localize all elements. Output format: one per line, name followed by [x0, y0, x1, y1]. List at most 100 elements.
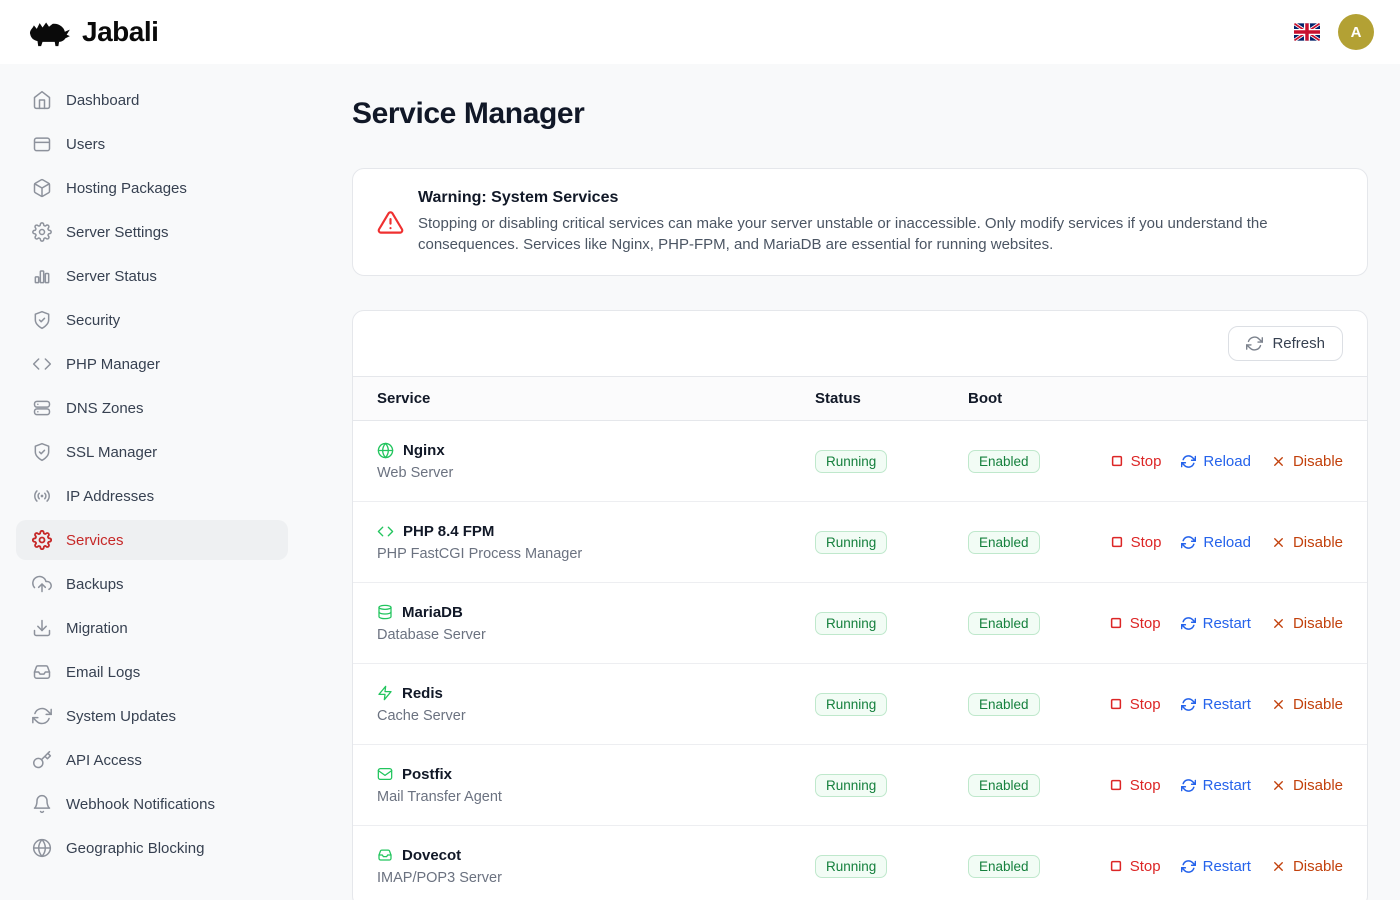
drawer-icon: [32, 134, 52, 154]
stop-square-icon: [1109, 859, 1123, 873]
top-bar: Jabali A: [0, 0, 1400, 64]
service-name: Redis: [402, 685, 443, 702]
sidebar-item-server-status[interactable]: Server Status: [16, 256, 288, 296]
sidebar-item-label: Backups: [66, 576, 124, 593]
sidebar-item-ssl-manager[interactable]: SSL Manager: [16, 432, 288, 472]
disable-button[interactable]: Disable: [1271, 453, 1343, 470]
sidebar-item-label: Webhook Notifications: [66, 796, 215, 813]
sidebar-item-geographic-blocking[interactable]: Geographic Blocking: [16, 828, 288, 868]
table-toolbar: Refresh: [353, 311, 1367, 376]
sidebar-item-label: PHP Manager: [66, 356, 160, 373]
x-icon: [1271, 778, 1286, 793]
stop-button[interactable]: Stop: [1110, 534, 1162, 551]
sidebar-item-dns-zones[interactable]: DNS Zones: [16, 388, 288, 428]
refresh-icon: [1181, 778, 1196, 793]
service-description: Cache Server: [377, 708, 815, 724]
status-badge: Running: [815, 693, 887, 716]
sidebar-item-webhook-notifications[interactable]: Webhook Notifications: [16, 784, 288, 824]
service-name: Nginx: [403, 442, 445, 459]
download-icon: [32, 618, 52, 638]
sidebar-item-migration[interactable]: Migration: [16, 608, 288, 648]
sidebar-item-server-settings[interactable]: Server Settings: [16, 212, 288, 252]
server-stack-icon: [32, 398, 52, 418]
service-name: PHP 8.4 FPM: [403, 523, 494, 540]
sidebar-item-email-logs[interactable]: Email Logs: [16, 652, 288, 692]
avatar[interactable]: A: [1338, 14, 1374, 50]
gear-icon: [32, 530, 52, 550]
sidebar-item-label: Geographic Blocking: [66, 840, 204, 857]
sidebar-item-label: Migration: [66, 620, 128, 637]
refresh-icon: [1181, 535, 1196, 550]
sidebar-item-label: API Access: [66, 752, 142, 769]
table-row-redis: Redis Cache Server Running Enabled Stop …: [353, 664, 1367, 745]
disable-button[interactable]: Disable: [1271, 615, 1343, 632]
service-description: Database Server: [377, 627, 815, 643]
warning-body: Stopping or disabling critical services …: [418, 213, 1338, 255]
sidebar-item-users[interactable]: Users: [16, 124, 288, 164]
table-header-row: Service Status Boot: [353, 376, 1367, 421]
code-icon: [32, 354, 52, 374]
sidebar-item-dashboard[interactable]: Dashboard: [16, 80, 288, 120]
refresh-button[interactable]: Refresh: [1228, 326, 1343, 361]
sidebar-item-system-updates[interactable]: System Updates: [16, 696, 288, 736]
status-badge: Running: [815, 531, 887, 554]
cloud-upload-icon: [32, 574, 52, 594]
reload-button[interactable]: Reload: [1181, 534, 1251, 551]
sidebar-item-label: SSL Manager: [66, 444, 157, 461]
disable-button[interactable]: Disable: [1271, 777, 1343, 794]
globe-icon: [32, 838, 52, 858]
sidebar-item-security[interactable]: Security: [16, 300, 288, 340]
sidebar-item-backups[interactable]: Backups: [16, 564, 288, 604]
refresh-icon: [1181, 616, 1196, 631]
stop-button[interactable]: Stop: [1109, 696, 1161, 713]
sidebar-item-label: Hosting Packages: [66, 180, 187, 197]
warning-card: Warning: System Services Stopping or dis…: [352, 168, 1368, 276]
stop-button[interactable]: Stop: [1109, 858, 1161, 875]
shield-check-icon: [32, 310, 52, 330]
bar-chart-icon: [32, 266, 52, 286]
gear-icon: [32, 222, 52, 242]
uk-flag-icon[interactable]: [1294, 23, 1320, 41]
stop-square-icon: [1109, 697, 1123, 711]
sidebar-item-api-access[interactable]: API Access: [16, 740, 288, 780]
zap-icon: [377, 685, 393, 701]
service-name: MariaDB: [402, 604, 463, 621]
sidebar: Dashboard Users Hosting Packages Server …: [0, 64, 304, 900]
sidebar-item-label: Users: [66, 136, 105, 153]
stop-button[interactable]: Stop: [1109, 615, 1161, 632]
inbox-icon: [377, 847, 393, 863]
refresh-icon: [1246, 335, 1263, 352]
reload-button[interactable]: Reload: [1181, 453, 1251, 470]
stop-button[interactable]: Stop: [1109, 777, 1161, 794]
restart-button[interactable]: Restart: [1181, 777, 1251, 794]
sidebar-item-label: IP Addresses: [66, 488, 154, 505]
stop-square-icon: [1110, 535, 1124, 549]
sidebar-item-hosting-packages[interactable]: Hosting Packages: [16, 168, 288, 208]
refresh-icon: [1181, 454, 1196, 469]
x-icon: [1271, 535, 1286, 550]
x-icon: [1271, 859, 1286, 874]
restart-button[interactable]: Restart: [1181, 615, 1251, 632]
page-title: Service Manager: [352, 97, 1368, 131]
boot-badge: Enabled: [968, 612, 1040, 635]
disable-button[interactable]: Disable: [1271, 534, 1343, 551]
mail-icon: [377, 766, 393, 782]
sidebar-item-label: Security: [66, 312, 120, 329]
sidebar-item-services[interactable]: Services: [16, 520, 288, 560]
disable-button[interactable]: Disable: [1271, 696, 1343, 713]
status-badge: Running: [815, 450, 887, 473]
sidebar-item-ip-addresses[interactable]: IP Addresses: [16, 476, 288, 516]
sidebar-item-label: Server Settings: [66, 224, 169, 241]
boot-badge: Enabled: [968, 693, 1040, 716]
warning-title: Warning: System Services: [418, 189, 1338, 207]
stop-button[interactable]: Stop: [1110, 453, 1162, 470]
table-row-dovecot: Dovecot IMAP/POP3 Server Running Enabled…: [353, 826, 1367, 900]
restart-button[interactable]: Restart: [1181, 696, 1251, 713]
top-bar-right: A: [1294, 14, 1374, 50]
sidebar-item-php-manager[interactable]: PHP Manager: [16, 344, 288, 384]
disable-button[interactable]: Disable: [1271, 858, 1343, 875]
table-row-nginx: Nginx Web Server Running Enabled Stop Re…: [353, 421, 1367, 502]
restart-button[interactable]: Restart: [1181, 858, 1251, 875]
sidebar-item-label: Services: [66, 532, 124, 549]
brand-logo[interactable]: Jabali: [26, 16, 158, 49]
